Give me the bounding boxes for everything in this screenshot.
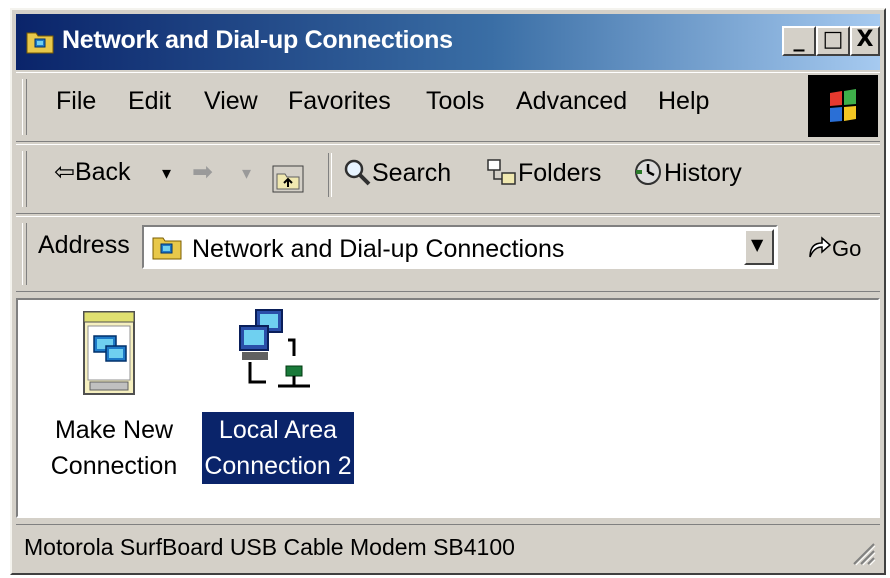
local-area-connection-label: Local Area Connection 2 [202,412,354,484]
folders-button[interactable]: Folders [486,157,601,188]
search-button[interactable]: Search [342,157,451,188]
make-new-connection-icon [83,311,135,395]
minimize-icon: _ [793,27,805,52]
maximize-icon: □ [822,27,844,52]
search-label: Search [372,159,452,187]
status-text: Motorola SurfBoard USB Cable Modem SB410… [24,534,515,560]
folder-network-icon [152,237,182,260]
go-label: Go [832,236,862,261]
make-new-connection-label: Make New Connection [38,412,190,484]
back-label: Back [74,158,131,186]
title-bar[interactable]: Network and Dial-up Connections _ □ X [16,14,880,70]
forward-button[interactable]: ➡ [192,157,213,186]
address-bar: Address Network and Dial-up Connections … [16,216,880,292]
resize-grip-icon[interactable] [850,540,876,566]
close-button[interactable]: X [850,26,880,56]
address-value: Network and Dial-up Connections [192,235,565,263]
item-label-line: Connection 2 [204,452,352,480]
toolbar-separator [328,153,332,197]
go-arrow-icon [809,236,832,258]
back-button[interactable]: ⇦Back [54,157,131,187]
menu-file[interactable]: File [56,87,96,116]
standard-toolbar: ⇦Back ▾ ➡ ▾ Search Folders History [16,144,880,214]
maximize-button[interactable]: □ [816,26,850,56]
make-new-connection-item[interactable]: Make New Connection [38,300,190,480]
address-label: Address [38,231,130,259]
menu-bar: File Edit View Favorites Tools Advanced … [16,72,880,142]
explorer-window: Network and Dial-up Connections _ □ X Fi… [10,8,886,575]
folder-network-icon [26,32,54,54]
history-label: History [664,159,742,187]
history-icon [635,159,661,185]
back-dropdown-icon[interactable]: ▾ [162,163,171,184]
minimize-button[interactable]: _ [782,26,816,56]
folders-label: Folders [518,159,602,187]
window-title: Network and Dial-up Connections [62,26,453,54]
menu-advanced[interactable]: Advanced [516,87,627,116]
address-bar-grip[interactable] [22,223,27,285]
menu-view[interactable]: View [204,87,258,116]
content-pane: Make New Connection Local Area Connectio… [16,298,880,518]
windows-logo-icon [808,75,878,137]
network-computers-icon [239,309,310,388]
menu-edit[interactable]: Edit [128,87,171,116]
item-label-line: Make New [54,416,174,444]
menu-bar-grip[interactable] [22,79,27,135]
close-icon: X [856,27,874,52]
toolbar-grip[interactable] [22,151,27,207]
go-button[interactable]: Go [806,233,861,263]
back-arrow-icon: ⇦ [54,157,75,186]
menu-favorites[interactable]: Favorites [288,87,391,116]
search-icon [344,159,371,186]
item-label-line: Local Area [218,416,338,444]
local-area-connection-item[interactable]: Local Area Connection 2 [202,300,364,484]
up-folder-icon[interactable] [272,165,304,193]
address-dropdown-button[interactable]: ▼ [744,229,774,265]
chevron-down-icon: ▼ [751,235,764,254]
menu-help[interactable]: Help [658,87,709,116]
status-bar: Motorola SurfBoard USB Cable Modem SB410… [16,524,880,570]
history-button[interactable]: History [632,157,742,188]
menu-tools[interactable]: Tools [426,87,484,116]
address-input[interactable]: Network and Dial-up Connections ▼ [142,225,778,269]
folders-icon [487,159,516,185]
forward-dropdown-icon[interactable]: ▾ [242,163,251,184]
item-label-line: Connection [50,452,178,480]
